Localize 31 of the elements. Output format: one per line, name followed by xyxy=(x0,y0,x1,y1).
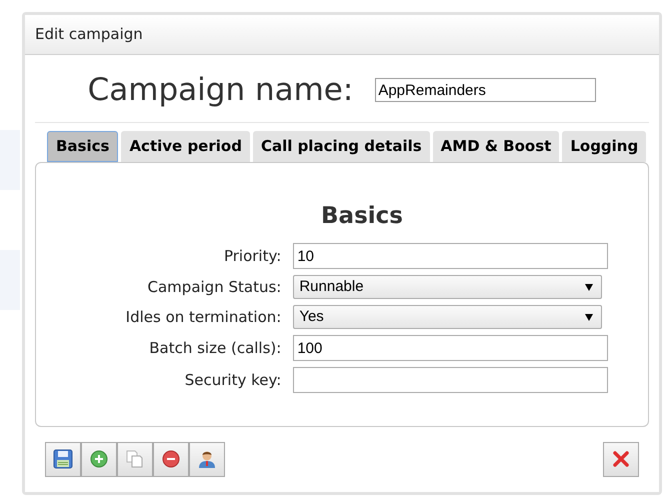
field-label: Priority: xyxy=(222,246,282,267)
dropdown-arrow-icon xyxy=(585,284,594,290)
toolbar-button[interactable] xyxy=(189,442,225,476)
field-label: Security key: xyxy=(184,370,282,391)
remove-icon xyxy=(162,450,180,468)
window-title: Edit campaign xyxy=(35,24,143,46)
tab[interactable]: Call placing details xyxy=(252,130,430,162)
person-icon xyxy=(197,449,217,469)
campaign-name-field[interactable]: AppRemainders xyxy=(375,78,596,102)
field-label: Idles on termination: xyxy=(126,306,282,328)
toolbar-button[interactable] xyxy=(153,442,189,476)
tab[interactable]: Active period xyxy=(121,130,250,162)
field-label: Batch size (calls): xyxy=(148,338,282,359)
toolbar-button[interactable] xyxy=(45,442,81,476)
dropdown[interactable]: Runnable xyxy=(293,275,602,299)
close-button[interactable] xyxy=(603,442,639,476)
close-icon xyxy=(612,450,630,468)
text-field[interactable]: 100 xyxy=(293,335,608,361)
tab[interactable]: Basics xyxy=(47,130,118,162)
toolbar-button[interactable] xyxy=(81,442,117,476)
section-title: Basics xyxy=(321,202,403,230)
text-field[interactable]: 10 xyxy=(293,243,608,269)
tab[interactable]: AMD & Boost xyxy=(432,130,560,162)
dropdown-arrow-icon xyxy=(585,314,594,320)
copy-icon xyxy=(125,449,145,469)
campaign-name-label: Campaign name: xyxy=(88,71,354,110)
add-icon xyxy=(90,450,108,468)
dropdown[interactable]: Yes xyxy=(293,305,602,329)
text-field[interactable] xyxy=(293,367,608,393)
tab[interactable]: Logging xyxy=(562,130,646,162)
field-label: Campaign Status: xyxy=(146,276,282,298)
